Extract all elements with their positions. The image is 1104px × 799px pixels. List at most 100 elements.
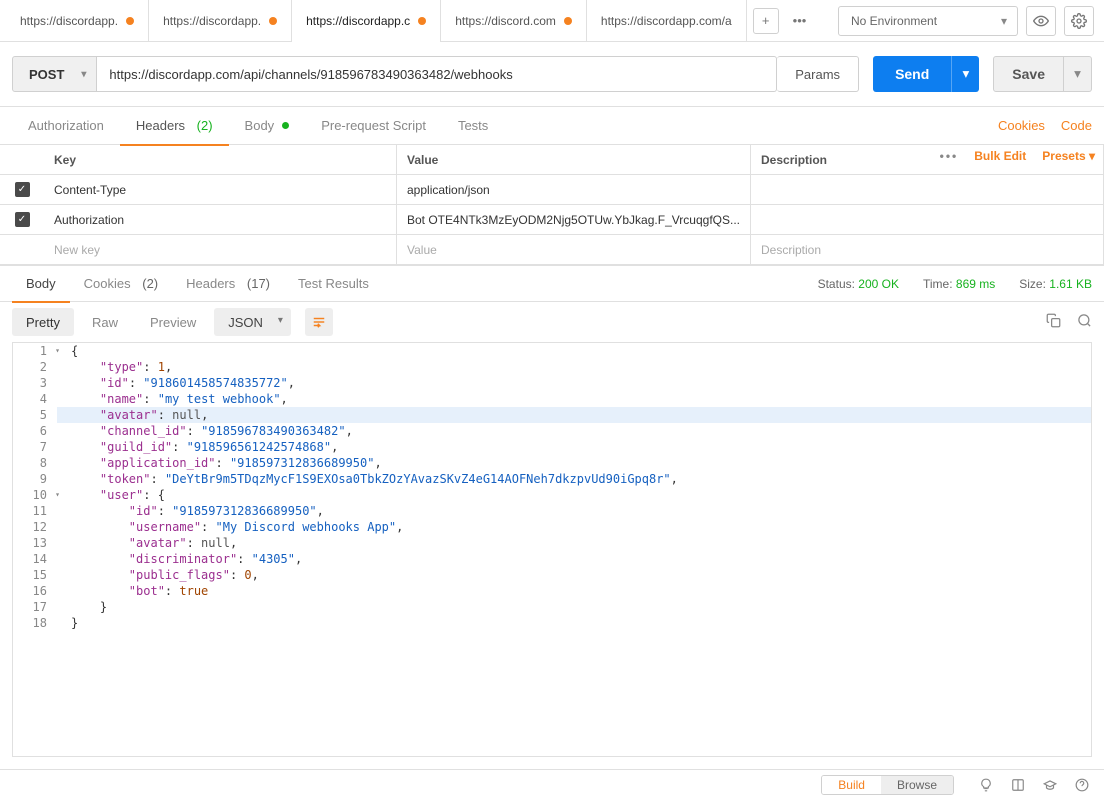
help-icon[interactable] [1070, 773, 1094, 797]
code-line[interactable]: 11 "id": "918597312836689950", [13, 503, 1091, 519]
new-description-input[interactable]: Description [751, 235, 1104, 265]
code-link[interactable]: Code [1061, 118, 1092, 133]
line-number: 8 [13, 455, 57, 471]
tab-prerequest[interactable]: Pre-request Script [305, 107, 442, 145]
params-button[interactable]: Params [777, 56, 859, 92]
send-button[interactable]: Send [873, 56, 951, 92]
header-value-cell[interactable]: Bot OTE4NTk3MzEyODM2Njg5OTUw.YbJkag.F_Vr… [397, 205, 751, 235]
response-tab-cookies[interactable]: Cookies (2) [70, 266, 172, 302]
learning-icon[interactable] [1038, 773, 1062, 797]
wrap-lines-icon[interactable] [305, 308, 333, 336]
response-tabs: Body Cookies (2) Headers (17) Test Resul… [0, 266, 1104, 302]
tab-4[interactable]: https://discordapp.com/a [587, 0, 747, 42]
line-number: 1 [13, 343, 57, 359]
code-line[interactable]: 7 "guild_id": "918596561242574868", [13, 439, 1091, 455]
tab-label: https://discordapp.c [306, 14, 410, 28]
bottombar: Build Browse [0, 769, 1104, 799]
save-button[interactable]: Save [993, 56, 1064, 92]
code-line[interactable]: 15 "public_flags": 0, [13, 567, 1091, 583]
view-pretty-button[interactable]: Pretty [12, 308, 74, 336]
header-value-cell[interactable]: application/json [397, 175, 751, 205]
code-line[interactable]: 10 "user": { [13, 487, 1091, 503]
tab-0[interactable]: https://discordapp. [6, 0, 149, 42]
tab-2-active[interactable]: https://discordapp.c [292, 0, 441, 42]
tabs-area: https://discordapp. https://discordapp. … [0, 0, 828, 42]
new-tab-button[interactable]: + [753, 8, 779, 34]
code-line[interactable]: 13 "avatar": null, [13, 535, 1091, 551]
request-row: POST Params Send ▾ Save ▾ [0, 42, 1104, 107]
url-input[interactable] [97, 56, 777, 92]
new-key-input[interactable]: New key [44, 235, 397, 265]
code-line[interactable]: 16 "bot": true [13, 583, 1091, 599]
panel-icon[interactable] [1006, 773, 1030, 797]
header-row-checkbox[interactable]: ✓ [0, 205, 44, 235]
code-line[interactable]: 12 "username": "My Discord webhooks App"… [13, 519, 1091, 535]
header-description-cell[interactable] [751, 175, 1104, 205]
tab-headers[interactable]: Headers (2) [120, 107, 229, 145]
save-dropdown-button[interactable]: ▾ [1064, 56, 1092, 92]
presets-link[interactable]: Presets ▾ [1042, 149, 1095, 163]
code-line[interactable]: 8 "application_id": "918597312836689950"… [13, 455, 1091, 471]
line-number: 10 [13, 487, 57, 503]
dirty-dot-icon [564, 17, 572, 25]
method-select[interactable]: POST [12, 56, 97, 92]
response-tab-body[interactable]: Body [12, 266, 70, 302]
response-meta: Status: 200 OK Time: 869 ms Size: 1.61 K… [818, 277, 1092, 291]
tabs-overflow-button[interactable]: ••• [779, 13, 821, 28]
browse-mode-button[interactable]: Browse [881, 776, 953, 794]
dirty-dot-icon [126, 17, 134, 25]
bulk-edit-link[interactable]: Bulk Edit [974, 149, 1026, 163]
line-number: 16 [13, 583, 57, 599]
code-line[interactable]: 2 "type": 1, [13, 359, 1091, 375]
line-number: 11 [13, 503, 57, 519]
line-number: 12 [13, 519, 57, 535]
tab-authorization[interactable]: Authorization [12, 107, 120, 145]
code-line[interactable]: 3 "id": "918601458574835772", [13, 375, 1091, 391]
line-number: 4 [13, 391, 57, 407]
code-line[interactable]: 1{ [13, 343, 1091, 359]
view-preview-button[interactable]: Preview [136, 308, 210, 336]
code-line[interactable]: 5 "avatar": null, [13, 407, 1091, 423]
code-line[interactable]: 18} [13, 615, 1091, 631]
tab-3[interactable]: https://discord.com [441, 0, 587, 42]
search-icon[interactable] [1077, 313, 1092, 331]
description-col-head: Description ••• Bulk Edit Presets ▾ [751, 145, 1104, 175]
tab-tests[interactable]: Tests [442, 107, 504, 145]
code-line[interactable]: 17 } [13, 599, 1091, 615]
line-number: 18 [13, 615, 57, 631]
line-number: 14 [13, 551, 57, 567]
header-row-checkbox-empty[interactable] [0, 235, 44, 265]
new-value-input[interactable]: Value [397, 235, 751, 265]
code-line[interactable]: 4 "name": "my test webhook", [13, 391, 1091, 407]
tab-1[interactable]: https://discordapp. [149, 0, 292, 42]
code-line[interactable]: 9 "token": "DeYtBr9m5TDqzMycF1S9EXOsa0Tb… [13, 471, 1091, 487]
tab-body[interactable]: Body [229, 107, 306, 145]
header-row-checkbox[interactable]: ✓ [0, 175, 44, 205]
cookies-link[interactable]: Cookies [998, 118, 1045, 133]
format-select[interactable]: JSON [214, 308, 291, 336]
tab-label: https://discord.com [455, 14, 556, 28]
lightbulb-icon[interactable] [974, 773, 998, 797]
code-line[interactable]: 14 "discriminator": "4305", [13, 551, 1091, 567]
checkbox-col-head [0, 145, 44, 175]
build-mode-button[interactable]: Build [822, 776, 881, 794]
code-line[interactable]: 6 "channel_id": "918596783490363482", [13, 423, 1091, 439]
tab-label: https://discordapp.com/a [601, 14, 732, 28]
view-raw-button[interactable]: Raw [78, 308, 132, 336]
response-tab-headers[interactable]: Headers (17) [172, 266, 284, 302]
line-number: 2 [13, 359, 57, 375]
header-description-cell[interactable] [751, 205, 1104, 235]
settings-gear-icon[interactable] [1064, 6, 1094, 36]
view-environment-icon[interactable] [1026, 6, 1056, 36]
dirty-dot-icon [269, 17, 277, 25]
more-options-icon[interactable]: ••• [940, 149, 959, 163]
header-key-cell[interactable]: Authorization [44, 205, 397, 235]
view-controls: Pretty Raw Preview JSON [0, 302, 1104, 342]
environment-select[interactable]: No Environment [838, 6, 1018, 36]
header-key-cell[interactable]: Content-Type [44, 175, 397, 205]
send-dropdown-button[interactable]: ▾ [951, 56, 979, 92]
copy-icon[interactable] [1046, 313, 1061, 331]
response-body-code[interactable]: 1{2 "type": 1,3 "id": "91860145857483577… [12, 342, 1092, 757]
dirty-dot-icon [418, 17, 426, 25]
response-tab-test-results[interactable]: Test Results [284, 266, 383, 302]
